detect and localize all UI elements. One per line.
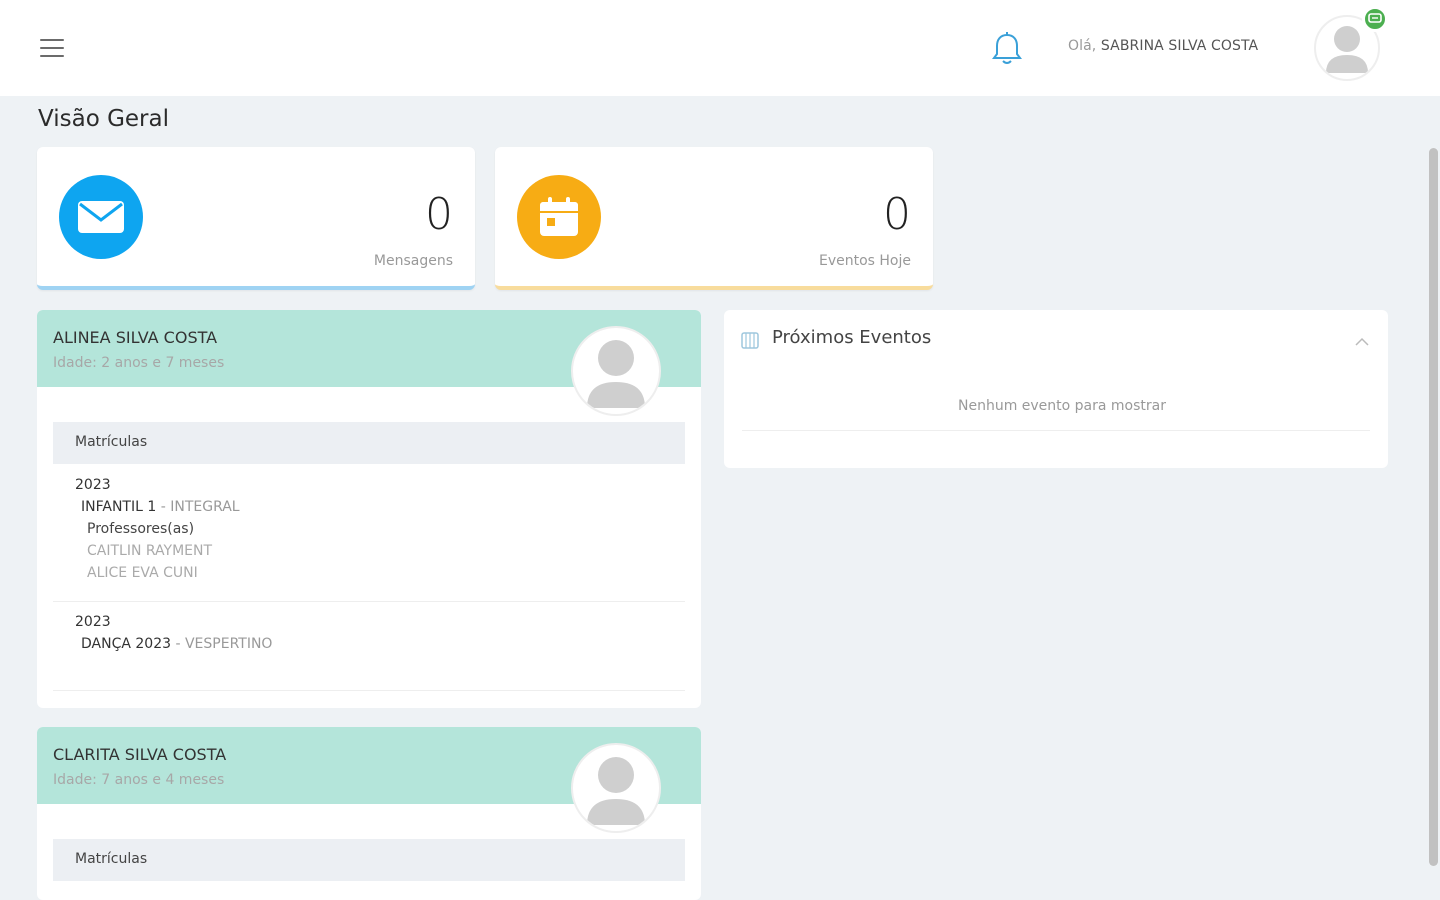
page-title: Visão Geral xyxy=(38,106,169,132)
top-header: Olá, SABRINA SILVA COSTA xyxy=(0,0,1440,96)
course-shift: - INTEGRAL xyxy=(156,499,240,515)
enrollment-item: 2023 INFANTIL 1 - INTEGRAL Professores(a… xyxy=(75,477,240,587)
events-today-label: Eventos Hoje xyxy=(818,253,911,269)
no-events-message: Nenhum evento para mostrar xyxy=(957,398,1166,414)
events-today-stat-card[interactable]: 0 Eventos Hoje xyxy=(495,147,933,290)
teacher-name: ALICE EVA CUNI xyxy=(87,565,198,581)
enrollment-item: 2023 DANÇA 2023 - VESPERTINO xyxy=(75,614,272,658)
notification-bell-icon[interactable] xyxy=(990,31,1024,67)
upcoming-events-panel: Próximos Eventos Nenhum evento para most… xyxy=(724,310,1388,468)
messages-count: 0 xyxy=(425,189,453,240)
student-card: ALINEA SILVA COSTA Idade: 2 anos e 7 mes… xyxy=(37,310,701,708)
teachers-label: Professores(as) xyxy=(87,521,195,537)
envelope-icon xyxy=(59,175,143,259)
scrollbar-thumb[interactable] xyxy=(1429,148,1438,866)
calendar-icon xyxy=(517,175,601,259)
hamburger-menu-icon[interactable] xyxy=(38,36,66,60)
enrollment-divider xyxy=(53,601,685,602)
enrollment-year: 2023 xyxy=(75,614,111,630)
course-name: INFANTIL 1 xyxy=(81,499,157,515)
collapse-chevron-icon[interactable] xyxy=(1354,332,1370,346)
enrollment-divider xyxy=(53,690,685,691)
enrollment-course: DANÇA 2023 - VESPERTINO xyxy=(81,636,272,652)
student-avatar xyxy=(571,743,661,833)
enrollments-section-header: Matrículas xyxy=(53,422,685,464)
user-name: SABRINA SILVA COSTA xyxy=(1100,38,1259,54)
enrollment-year: 2023 xyxy=(75,477,111,493)
calendar-grid-icon xyxy=(740,330,760,350)
teacher-name: CAITLIN RAYMENT xyxy=(87,543,213,559)
upcoming-events-title: Próximos Eventos xyxy=(772,327,932,348)
events-today-count: 0 xyxy=(883,189,911,240)
enrollment-course: INFANTIL 1 - INTEGRAL xyxy=(81,499,240,515)
greeting-prefix: Olá, xyxy=(1068,38,1097,54)
events-divider xyxy=(742,430,1370,431)
user-greeting: Olá, SABRINA SILVA COSTA xyxy=(1068,38,1258,54)
course-shift: - VESPERTINO xyxy=(171,636,273,652)
messages-label: Mensagens xyxy=(373,253,453,269)
online-status-icon xyxy=(1362,6,1388,32)
enrollments-section-header: Matrículas xyxy=(53,839,685,881)
student-card: CLARITA SILVA COSTA Idade: 7 anos e 4 me… xyxy=(37,727,701,900)
course-name: DANÇA 2023 xyxy=(81,636,172,652)
student-avatar xyxy=(571,326,661,416)
messages-stat-card[interactable]: 0 Mensagens xyxy=(37,147,475,290)
